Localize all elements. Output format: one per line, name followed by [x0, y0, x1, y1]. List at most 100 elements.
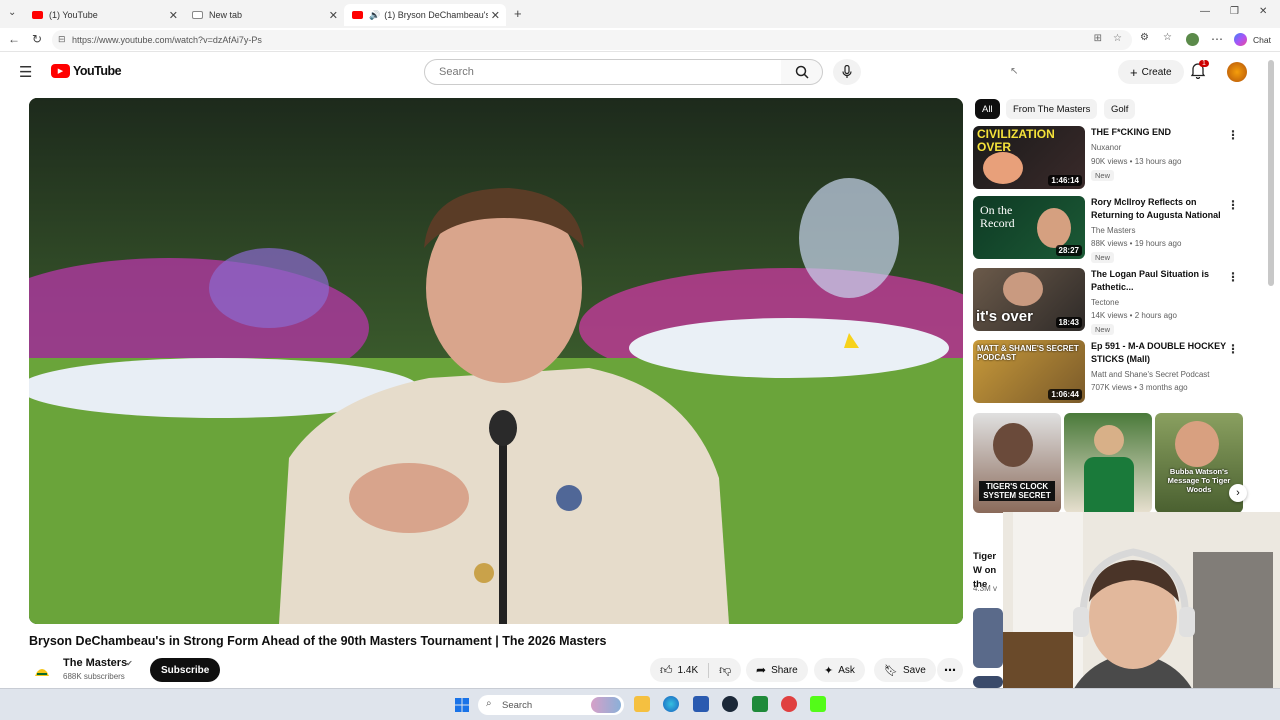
youtube-logo[interactable]: ▶ YouTube [51, 64, 122, 78]
audio-playing-icon[interactable]: 🔊 [369, 10, 380, 21]
app-available-icon[interactable]: ⊞ [1094, 33, 1102, 44]
create-label: Create [1141, 66, 1172, 78]
recommendation-title: Rory McIlroy Reflects on Returning to Au… [1091, 197, 1221, 220]
channel-avatar[interactable] [31, 660, 53, 682]
search-highlight-image [591, 697, 621, 713]
short-views: 4.3M v [973, 584, 998, 593]
tab-label: (1) Bryson DeChambeau's in S [384, 10, 489, 20]
short-thumbnail[interactable] [1064, 413, 1152, 513]
more-vertical-icon[interactable]: ⋮ [1227, 198, 1239, 212]
store-icon[interactable] [693, 696, 709, 712]
steam-icon[interactable] [722, 696, 738, 712]
share-label: Share [771, 664, 798, 676]
save-button[interactable]: 🔖︎ Save [874, 658, 936, 682]
more-vertical-icon[interactable]: ⋮ [1227, 128, 1239, 142]
thumbnail-text: it's over [976, 308, 1033, 325]
youtube-search-input[interactable]: Search [424, 59, 782, 85]
close-tab-icon[interactable]: ✕ [491, 9, 500, 22]
recommendation-channel: Tectone [1091, 298, 1120, 307]
newtab-favicon-icon [192, 11, 203, 19]
windows-start-icon[interactable] [455, 698, 469, 712]
hamburger-menu-icon[interactable]: ☰ [19, 63, 32, 81]
notifications-button[interactable]: 1 [1190, 60, 1209, 84]
green-jacket [1084, 457, 1134, 513]
kick-icon[interactable] [810, 696, 826, 712]
recommendation-item[interactable]: MATT & SHANE'S SECRET PODCAST 1:06:44 Ep… [973, 340, 1245, 406]
tab-label: (1) YouTube [49, 10, 98, 20]
extensions-icon[interactable]: ⚙ [1140, 32, 1149, 43]
thumbnail-face [1094, 425, 1124, 455]
subscribe-button[interactable]: Subscribe [150, 658, 221, 682]
short-thumbnail[interactable] [973, 676, 1003, 688]
search-placeholder: Search [439, 66, 474, 78]
more-vertical-icon[interactable]: ⋮ [1227, 342, 1239, 356]
minimize-icon[interactable]: — [1200, 6, 1210, 17]
recommendation-meta: 14K views • 2 hours ago [1091, 311, 1177, 320]
more-actions-button[interactable]: ⋯ [937, 658, 963, 682]
favorites-icon[interactable]: ☆ [1163, 32, 1172, 43]
ask-label: Ask [838, 664, 855, 676]
create-button[interactable]: + Create [1118, 60, 1184, 84]
more-vertical-icon[interactable]: ⋮ [1227, 270, 1239, 284]
share-button[interactable]: ➦ Share [746, 658, 808, 682]
video-thumbnail[interactable]: On the Record 28:27 [973, 196, 1085, 259]
account-avatar[interactable] [1227, 62, 1247, 82]
chip-all[interactable]: All [975, 99, 1000, 119]
address-bar[interactable]: ⊟ https://www.youtube.com/watch?v=dzAfAi… [52, 30, 1132, 50]
like-button[interactable]: 👍︎ 1.4K [660, 662, 710, 678]
thumbnail-text: On the Record [980, 203, 1015, 230]
recommendation-item[interactable]: CIVILIZATION OVER 1:46:14 THE F*CKING EN… [973, 126, 1245, 192]
short-thumbnail[interactable]: TIGER'S CLOCK SYSTEM SECRET [973, 413, 1061, 513]
more-menu-icon[interactable]: ⋯ [1211, 32, 1223, 46]
tab-active-video[interactable]: 🔊 (1) Bryson DeChambeau's in S ✕ [344, 4, 506, 26]
back-arrow-icon[interactable]: ← [8, 32, 20, 46]
thumbnail-face [1175, 421, 1219, 467]
edge-browser-icon[interactable] [663, 696, 679, 712]
tab-list-chevron-icon[interactable]: ⌄ [8, 7, 16, 18]
recommendation-item[interactable]: On the Record 28:27 Rory McIlroy Reflect… [973, 196, 1245, 263]
taskbar-search-placeholder: Search [502, 699, 533, 711]
chat-label[interactable]: Chat [1253, 35, 1271, 45]
close-tab-icon[interactable]: ✕ [329, 9, 338, 22]
new-badge: New [1091, 324, 1115, 335]
chip-from-the-masters[interactable]: From The Masters [1006, 99, 1098, 119]
video-player[interactable] [29, 98, 963, 624]
short-thumbnail[interactable] [973, 608, 1003, 668]
subscriber-count: 688K subscribers [63, 672, 125, 681]
youtube-logo-text: YouTube [73, 64, 122, 78]
taskbar-search-input[interactable]: ⌕ Search [478, 695, 624, 715]
channel-name[interactable]: The Masters [63, 657, 127, 669]
dislike-button[interactable]: 👎︎ [709, 663, 741, 678]
favorite-star-icon[interactable]: ☆ [1113, 33, 1122, 44]
search-button[interactable] [781, 59, 823, 85]
video-thumbnail[interactable]: MATT & SHANE'S SECRET PODCAST 1:06:44 [973, 340, 1085, 403]
close-window-icon[interactable]: ✕ [1259, 6, 1267, 17]
app-icon[interactable] [781, 696, 797, 712]
video-thumbnail[interactable]: it's over 18:43 [973, 268, 1085, 331]
voice-search-button[interactable] [833, 59, 861, 85]
video-thumbnail[interactable]: CIVILIZATION OVER 1:46:14 [973, 126, 1085, 189]
ask-button[interactable]: ✦ Ask [814, 658, 865, 682]
profile-avatar-icon[interactable] [1186, 33, 1199, 46]
chip-golf[interactable]: Golf [1104, 99, 1136, 119]
thumbnail-text: MATT & SHANE'S SECRET PODCAST [977, 344, 1079, 362]
verified-check-icon: ✔ [126, 659, 133, 668]
copilot-icon[interactable] [1234, 33, 1247, 46]
browser-address-row: ← ↻ ⊟ https://www.youtube.com/watch?v=dz… [0, 28, 1280, 52]
reload-icon[interactable]: ↻ [32, 32, 42, 46]
close-tab-icon[interactable]: ✕ [169, 9, 178, 22]
tab-youtube[interactable]: (1) YouTube ✕ [24, 4, 184, 26]
microphone-icon [842, 65, 852, 78]
shorts-next-arrow-icon[interactable]: › [1229, 484, 1247, 502]
share-arrow-icon: ➦ [756, 663, 767, 677]
thumbnail-text: Bubba Watson's Message To Tiger Woods [1167, 467, 1231, 494]
page-scrollbar-thumb[interactable] [1268, 60, 1274, 286]
new-badge: New [1091, 252, 1115, 263]
xbox-icon[interactable] [752, 696, 768, 712]
recommendation-item[interactable]: it's over 18:43 The Logan Paul Situation… [973, 268, 1245, 335]
site-info-icon[interactable]: ⊟ [58, 34, 66, 45]
new-tab-plus-icon[interactable]: + [514, 6, 522, 21]
file-explorer-icon[interactable] [634, 696, 650, 712]
maximize-icon[interactable]: ❐ [1230, 6, 1239, 17]
tab-new-tab[interactable]: New tab ✕ [184, 4, 344, 26]
